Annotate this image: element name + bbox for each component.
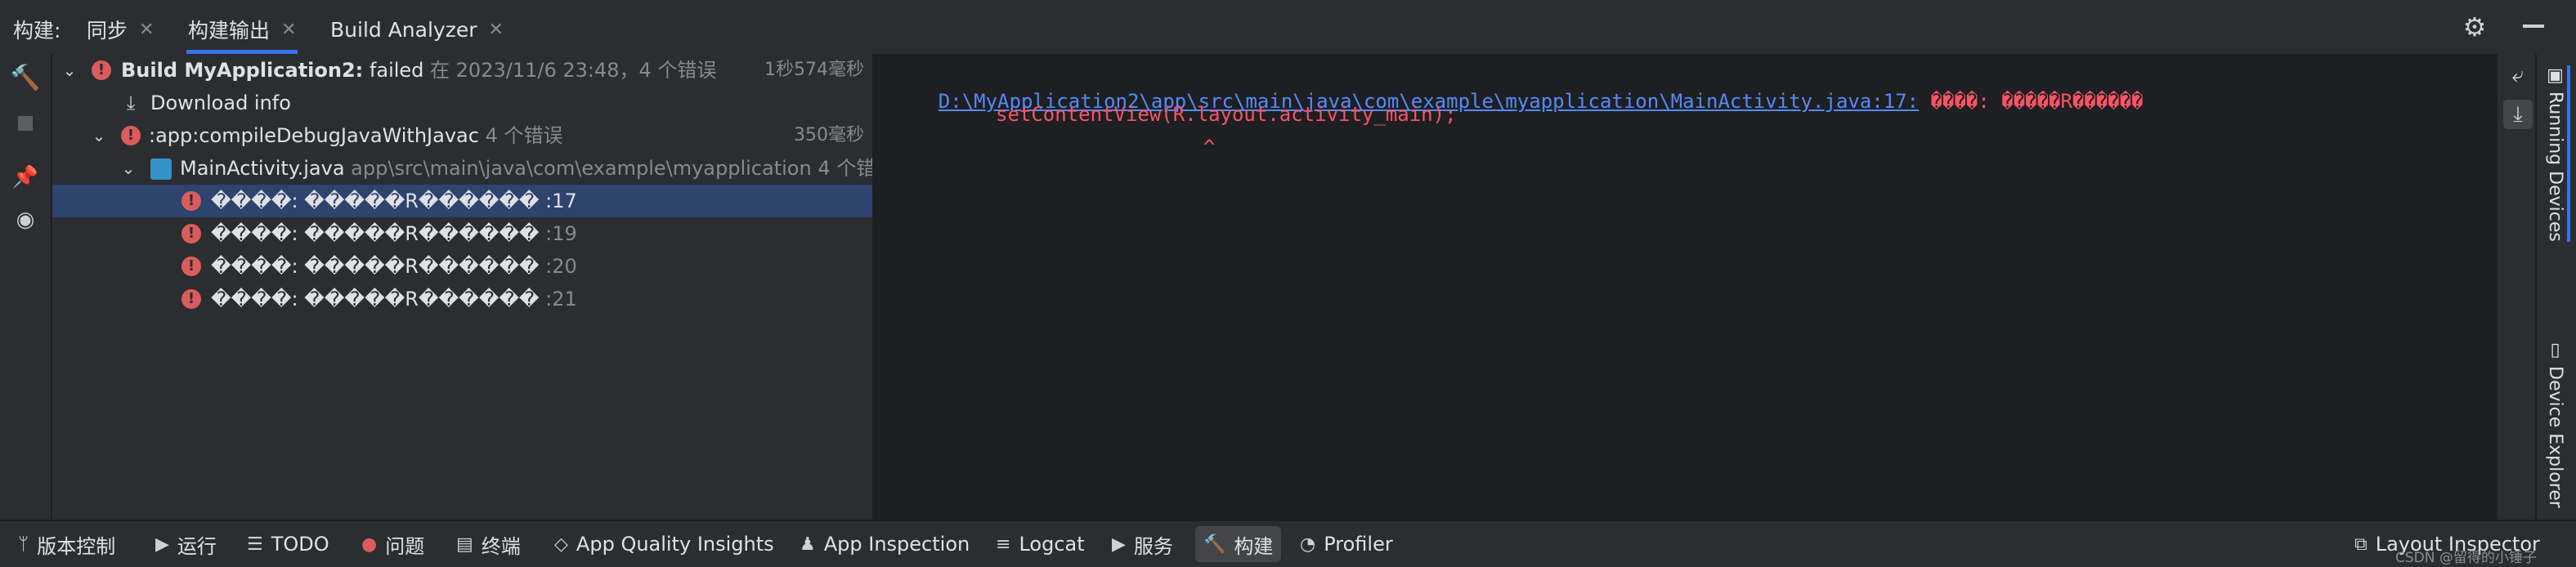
close-icon[interactable]: ✕ (139, 20, 154, 40)
version-control-button[interactable]: ᛘ 版本控制 (10, 526, 123, 562)
tree-row-task[interactable]: ⌄ ! :app:compileDebugJavaWithJavac 4 个错误… (52, 119, 872, 152)
close-icon[interactable]: ✕ (489, 20, 504, 40)
error-icon: ! (181, 224, 201, 243)
tab-build-analyzer-label: Build Analyzer (330, 17, 477, 42)
run-icon: ▶ (155, 534, 169, 555)
build-button[interactable]: 🔨 构建 (1195, 526, 1282, 562)
device-explorer-tab[interactable]: ▯ Device Explorer (2545, 340, 2565, 508)
diamond-icon: ◇ (554, 534, 568, 555)
csdn-watermark: CSDN @留得的小锤子 (2395, 550, 2537, 566)
error-icon: ! (121, 126, 141, 145)
scroll-to-end-icon[interactable]: ⤓ (2503, 100, 2533, 129)
error-text: ����: �����R������ :19 (211, 222, 577, 245)
console-error-message: ����: �����R������ (1919, 90, 2144, 113)
tab-sync[interactable]: 同步 ✕ (87, 8, 154, 51)
services-button[interactable]: ▶ 服务 (1104, 526, 1181, 562)
tree-row-download-info[interactable]: ⤓ Download info (52, 87, 872, 119)
bottom-tool-bar: ᛘ 版本控制 ▶ 运行 ☰ TODO ● 问题 ▤ 终端 ◇ App Quality Ins… (0, 520, 2576, 567)
tree-row-file[interactable]: ⌄ MainActivity.java app\src\main\java\co… (52, 152, 895, 185)
stop-icon[interactable] (8, 106, 43, 141)
download-icon: ⤓ (126, 92, 136, 114)
layout-inspector-icon: ⧉ (2354, 534, 2368, 555)
chevron-down-icon[interactable]: ⌄ (88, 119, 110, 152)
tab-build-output-label: 构建输出 (188, 19, 271, 42)
task-text: :app:compileDebugJavaWithJavac 4 个错误 (149, 124, 563, 147)
tree-row-error[interactable]: ! ����: �����R������ :21 (52, 283, 872, 315)
list-icon: ☰ (247, 534, 263, 555)
services-icon: ▶ (1112, 534, 1126, 555)
error-text: ����: �����R������ :17 (211, 190, 577, 212)
console-code-line: setContentView(R.layout.activity_main); (996, 103, 1457, 126)
build-tree: ⌄ ! Build MyApplication2: failed 在 2023/… (52, 54, 895, 520)
build-tool-window-header: 构建: 同步 ✕ 构建输出 ✕ Build Analyzer ✕ ⚙ (0, 0, 2576, 56)
run-button[interactable]: ▶ 运行 (147, 526, 225, 562)
inspection-icon: ♟ (800, 534, 816, 555)
error-icon: ! (181, 289, 201, 309)
logcat-icon: ≡ (996, 534, 1011, 555)
running-devices-tab[interactable]: ▣ Running Devices (2545, 65, 2570, 242)
gear-icon[interactable]: ⚙ (2461, 13, 2489, 41)
phone-icon: ▯ (2545, 340, 2565, 366)
device-icon: ▣ (2545, 65, 2565, 92)
close-icon[interactable]: ✕ (281, 20, 296, 40)
tree-row-root[interactable]: ⌄ ! Build MyApplication2: failed 在 2023/… (52, 54, 872, 87)
pin-icon[interactable]: 📌 (8, 160, 43, 194)
left-toolbar: 🔨 📌 ◉ (0, 54, 52, 520)
tree-row-error[interactable]: ! ����: �����R������ :19 (52, 217, 872, 250)
chevron-down-icon[interactable]: ⌄ (59, 54, 80, 87)
root-duration: 1秒574毫秒 (764, 60, 864, 80)
branch-icon: ᛘ (18, 534, 29, 555)
app-inspection-button[interactable]: ♟ App Inspection (791, 526, 978, 562)
tree-row-error[interactable]: ! ����: �����R������ :20 (52, 250, 872, 283)
console-caret: ^ (1203, 136, 1216, 158)
hammer-icon[interactable]: 🔨 (8, 60, 43, 95)
error-icon: ! (181, 191, 201, 211)
tab-build-output[interactable]: 构建输出 ✕ (186, 8, 298, 54)
tree-row-error[interactable]: ! ����: �����R������ :17 (52, 185, 872, 217)
error-icon: ! (92, 60, 111, 80)
error-text: ����: �����R������ :20 (211, 255, 577, 278)
terminal-button[interactable]: ▤ 终端 (448, 526, 529, 562)
task-duration: 350毫秒 (794, 125, 864, 145)
build-output-console[interactable]: D:\MyApplication2\app\src\main\java\com\… (875, 54, 2496, 520)
problems-button[interactable]: ● 问题 (353, 526, 432, 562)
soft-wrap-icon[interactable]: ⤶ (2503, 60, 2533, 90)
terminal-icon: ▤ (456, 534, 473, 555)
eye-icon[interactable]: ◉ (8, 203, 43, 237)
minus-icon[interactable] (2523, 25, 2544, 28)
console-right-toolbar: ⤶ ⤓ (2496, 54, 2537, 520)
gauge-icon: ◔ (1300, 534, 1316, 555)
hammer-icon: 🔨 (1203, 534, 1226, 555)
chevron-down-icon[interactable]: ⌄ (118, 152, 139, 185)
app-quality-insights-button[interactable]: ◇ App Quality Insights (546, 526, 782, 562)
problems-icon: ● (361, 534, 378, 555)
right-tool-strip: ▣ Running Devices ▯ Device Explorer (2535, 54, 2576, 520)
tab-build-analyzer[interactable]: Build Analyzer ✕ (330, 8, 504, 51)
error-icon: ! (181, 257, 201, 276)
file-text: MainActivity.java app\src\main\java\com\… (180, 157, 896, 180)
logcat-button[interactable]: ≡ Logcat (988, 526, 1093, 562)
java-file-icon (150, 158, 172, 180)
tree-root-text: Build MyApplication2: failed 在 2023/11/6… (121, 59, 717, 82)
tab-sync-label: 同步 (87, 19, 128, 42)
todo-button[interactable]: ☰ TODO (239, 526, 338, 562)
profiler-button[interactable]: ◔ Profiler (1292, 526, 1401, 562)
download-info-label: Download info (150, 92, 291, 114)
tool-window-title: 构建: (13, 19, 61, 42)
error-text: ����: �����R������ :21 (211, 288, 577, 310)
